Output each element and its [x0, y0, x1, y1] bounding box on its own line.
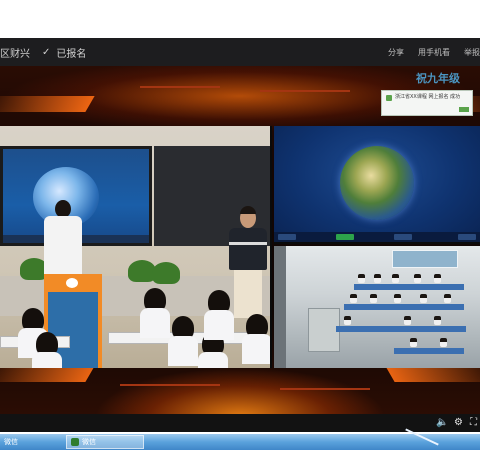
watch-on-phone-button[interactable]: 用手机看 [418, 47, 450, 58]
student [434, 274, 441, 283]
check-icon: ✓ [42, 47, 51, 58]
student [344, 316, 351, 325]
student [394, 294, 401, 303]
registration-status: 已报名 [56, 49, 87, 60]
settings-icon[interactable]: ⚙ [454, 417, 463, 428]
student [404, 316, 411, 325]
student [392, 274, 399, 283]
video-player[interactable]: 祝九年级 浙江省XX课程 网上报名 成功 [0, 66, 480, 414]
classroom-door [274, 246, 286, 368]
earth-globe-image [340, 146, 414, 220]
student [370, 294, 377, 303]
desk-row [394, 348, 464, 354]
remote-classroom-video[interactable] [274, 246, 480, 368]
student [444, 294, 451, 303]
os-taskbar: 微信 微信 [0, 428, 480, 450]
decor-wing-bottom-right [385, 366, 480, 382]
student [358, 274, 365, 283]
teacher-standing [226, 206, 270, 318]
popup-button[interactable] [459, 107, 469, 112]
watermark-logo: 祝九年级 [416, 72, 460, 85]
student [420, 294, 427, 303]
student [410, 338, 417, 347]
desk-row [354, 284, 464, 290]
taskbar-item[interactable]: 微信 [0, 435, 60, 449]
classroom-window [392, 250, 458, 268]
school-badge [66, 278, 78, 288]
taskbar-item-label: 微信 [82, 438, 96, 446]
decor-wing-bottom-left [0, 366, 95, 382]
student [440, 338, 447, 347]
breadcrumb[interactable]: 区财兴 [0, 45, 30, 60]
popup-text: 浙江省XX课程 网上报名 成功 [395, 94, 461, 100]
decor-circuit [140, 86, 220, 88]
report-button[interactable]: 举报 [464, 47, 480, 58]
main-classroom-video[interactable] [0, 126, 272, 368]
student [414, 274, 421, 283]
student [434, 316, 441, 325]
decor-circuit [120, 384, 220, 386]
plant [152, 262, 180, 284]
teacher-at-screen [40, 200, 86, 280]
topbar-actions: 分享 用手机看 举报 [388, 47, 480, 58]
notification-popup[interactable]: 浙江省XX课程 网上报名 成功 [381, 90, 473, 116]
taskbar-item-label: 微信 [4, 438, 18, 446]
taskbar-item-wechat[interactable]: 微信 [66, 435, 144, 449]
decor-circuit [280, 388, 370, 390]
decor-circuit [260, 90, 350, 92]
presentation-toolbar [274, 232, 480, 242]
share-button[interactable]: 分享 [388, 47, 404, 58]
desk-row [336, 326, 466, 332]
globe-presentation-video[interactable] [274, 126, 480, 244]
system-tray [390, 428, 480, 450]
volume-icon[interactable]: 🔈 [436, 417, 448, 428]
top-bar: 区财兴 ✓ 已报名 分享 用手机看 举报 [0, 38, 480, 66]
desk-row [344, 304, 464, 310]
fullscreen-icon[interactable]: ⛶ [470, 417, 477, 428]
page-root: 区财兴 ✓ 已报名 分享 用手机看 举报 祝九年级 浙江省XX课程 网上报名 成… [0, 0, 480, 450]
student [374, 274, 381, 283]
student [350, 294, 357, 303]
wechat-icon [71, 438, 79, 446]
popup-icon [386, 95, 392, 101]
decor-wing-left [0, 96, 95, 112]
topbar-left: 区财兴 ✓ 已报名 [0, 45, 86, 60]
